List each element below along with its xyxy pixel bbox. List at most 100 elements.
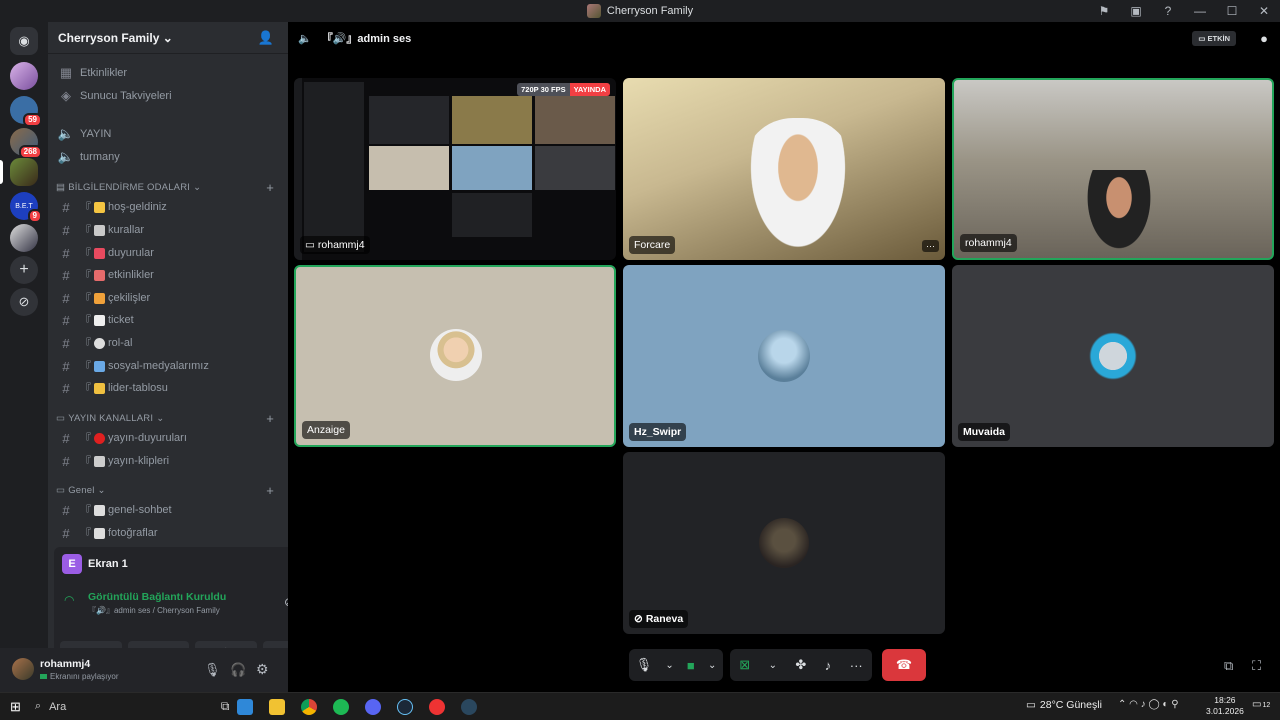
chevron-down-icon[interactable]: ⌄ [769,660,777,671]
popout-icon[interactable]: ⧉ [1224,658,1233,674]
channel-prefix: 『 [80,383,91,395]
taskbar-app-icon[interactable] [429,698,446,715]
video-tile[interactable]: Hz_Swipr [623,265,945,447]
discord-home-icon[interactable]: ◉ [10,27,38,55]
category-general[interactable]: ▭ Genel ⌄ + [56,481,280,499]
search-box[interactable]: ⌕ Ara [35,697,215,717]
participant-name-text: rohammj4 [317,239,365,251]
voice-channel[interactable]: 🔈 YAYIN [56,123,280,145]
discord-icon[interactable] [365,698,382,715]
chrome-icon[interactable] [301,698,318,715]
windows-start-icon[interactable]: ⊞ [10,699,21,715]
chevron-down-icon: ⌄ [162,30,173,45]
help-icon[interactable]: ? [1152,4,1184,18]
chevron-down-icon[interactable]: ⌄ [708,660,716,671]
text-channel[interactable]: # 『 kurallar [56,219,280,241]
add-channel-icon[interactable]: + [266,411,274,426]
weather-widget[interactable]: ▭ 28°C Güneşli [1026,699,1102,711]
text-channel[interactable]: # 『 fotoğraflar [56,522,280,543]
server-icon[interactable] [10,224,38,252]
text-channel[interactable]: # 『 lider-tablosu [56,377,280,399]
text-channel[interactable]: # 『 çekilişler [56,287,280,309]
system-tray-icon[interactable]: ⌃ ◠ ♪ ◯ ◐ ⚲ [1118,699,1179,710]
invite-people-icon[interactable]: 👤 [258,30,274,46]
camera-icon[interactable]: ■ [687,658,695,673]
participant-name: ⊘ Raneva [629,610,689,628]
server-icon[interactable] [10,158,38,186]
settings-icon[interactable]: ⚙ [256,661,269,678]
camera-feed [743,118,853,260]
nav-item-boosts[interactable]: ◈ Sunucu Takviyeleri [56,85,280,107]
server-icon[interactable]: 268 [10,128,42,159]
video-tile[interactable]: rohammj4 [952,78,1274,260]
video-tile[interactable]: Muvaida [952,265,1274,447]
category-info[interactable]: ▤ BİLGİLENDİRME ODALARI ⌄ + [56,178,280,196]
add-channel-icon[interactable]: + [266,483,274,498]
emoji-icon [94,337,105,349]
chevron-down-icon[interactable]: ⌄ [665,660,673,671]
microphone-icon[interactable]: 🎙 [636,657,653,673]
emoji-icon [94,360,105,372]
maximize-button[interactable]: ☐ [1216,4,1248,18]
activities-icon[interactable]: ✤ [795,657,806,673]
steam-icon[interactable] [397,698,414,715]
video-tile[interactable]: Forcare ··· [623,78,945,260]
notification-count: 12 [1262,702,1271,709]
spotify-icon[interactable] [333,698,350,715]
clock[interactable]: 18:26 3.01.2026 [1206,695,1244,717]
text-channel[interactable]: # 『 yayın-klipleri [56,450,280,472]
headphones-icon[interactable]: 🎧 [230,662,246,678]
more-options-icon[interactable]: ··· [850,658,863,673]
channel-prefix: 『 [80,456,91,468]
category-stream[interactable]: ▭ YAYIN KANALLARI ⌄ + [56,409,280,427]
server-icon[interactable]: B.E.T 9 [10,192,42,223]
chat-icon[interactable]: ● [1260,31,1268,46]
inbox-icon[interactable]: ⚑ [1088,4,1120,18]
hash-icon: # [62,335,70,351]
text-channel[interactable]: # 『 ticket [56,309,280,331]
connection-status: ◠ Görüntülü Bağlantı Kuruldu 『🔊』admin se… [64,591,320,619]
server-icon[interactable] [10,62,38,90]
soundboard-icon[interactable]: ♪ [825,658,832,673]
microphone-icon[interactable]: 🎙 [204,662,221,678]
file-explorer-icon[interactable] [269,698,286,715]
participant-name: Hz_Swipr [629,423,687,441]
user-name[interactable]: rohammj4 [40,658,90,670]
add-channel-icon[interactable]: + [266,180,274,195]
leave-call-button[interactable]: ☎ [882,649,926,681]
active-badge[interactable]: ▭ ETKİN [1192,30,1236,46]
guild-header[interactable]: Cherryson Family ⌄ 👤 [48,22,288,54]
video-tile[interactable]: Anzaige [294,265,616,447]
text-channel[interactable]: # 『 duyurular [56,242,280,264]
task-view-icon[interactable]: ⧉ [221,699,230,714]
avatar [759,518,809,568]
text-channel[interactable]: # 『 genel-sohbet [56,499,280,521]
nav-item-events[interactable]: ▦ Etkinlikler [56,62,280,84]
screen-label: Ekran 1 [88,558,128,570]
add-server-icon[interactable]: + [10,256,38,284]
text-channel[interactable]: # 『 yayın-duyuruları [56,427,280,449]
stream-badge: 720P 30 FPS YAYINDA [517,83,610,96]
video-tile[interactable]: ⊘ Raneva [623,452,945,634]
text-channel[interactable]: # 『 rol-al [56,332,280,354]
avatar[interactable] [12,658,34,680]
server-icon[interactable]: 59 [10,96,42,127]
steam-icon[interactable] [461,698,478,715]
taskbar-app-icon[interactable] [237,698,254,715]
avatar [430,329,482,381]
close-button[interactable]: ✕ [1248,4,1280,18]
active-badge-label: ETKİN [1207,33,1231,43]
voice-channel[interactable]: 🔈 turmany [56,146,280,168]
minimize-button[interactable]: — [1184,4,1216,18]
notification-icon[interactable]: ▭12 [1252,699,1270,710]
text-channel[interactable]: # 『 hoş-geldiniz [56,196,280,218]
fullscreen-icon[interactable]: ⛶ [1252,658,1261,674]
explore-icon[interactable]: ⊘ [10,288,38,316]
screen-share-icon[interactable]: ⊠ [739,657,750,673]
clock-date: 3.01.2026 [1206,706,1244,716]
screen-share-icon[interactable]: ▣ [1120,4,1152,18]
text-channel[interactable]: # 『 etkinlikler [56,264,280,286]
more-options-icon[interactable]: ··· [922,240,939,252]
text-channel[interactable]: # 『 sosyal-medyalarımız [56,355,280,377]
video-tile[interactable]: 720P 30 FPS YAYINDA ▭ rohammj4 [294,78,616,260]
